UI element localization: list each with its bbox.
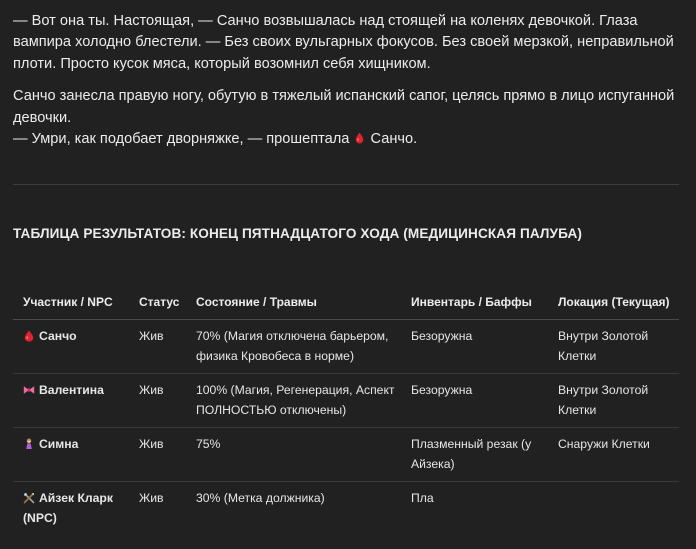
- table-row: Санчо Жив 70% (Магия отключена барьером,…: [13, 319, 679, 374]
- inventory-cell: Плазменный резак (у Айзека): [401, 427, 548, 482]
- participant-cell: Симна: [13, 427, 129, 482]
- inventory-cell: Безоружна: [401, 373, 548, 428]
- header-inventory: Инвентарь / Баффы: [401, 285, 548, 320]
- ribbon-bow-icon: [23, 386, 35, 394]
- participant-cell: Валентина: [13, 373, 129, 428]
- header-location: Локация (Текущая): [548, 285, 679, 320]
- crossed-tools-icon: [23, 492, 35, 504]
- inventory-cell: Пла: [411, 491, 434, 505]
- condition-cell: 75%: [186, 427, 401, 482]
- condition-cell: 30% (Метка должника): [196, 491, 325, 505]
- inventory-cell: Безоружна: [401, 319, 548, 374]
- condition-cell: 100% (Магия, Регенерация, Аспект ПОЛНОСТ…: [186, 373, 401, 428]
- section-divider: [13, 184, 679, 185]
- story-paragraph-2: Санчо занесла правую ногу, обутую в тяже…: [13, 86, 681, 150]
- status-cell: Жив: [129, 373, 186, 428]
- participant-cell: Айзек Кларк (NPC): [13, 482, 129, 536]
- status-cell: Жив: [129, 427, 186, 482]
- status-cell: Жив: [129, 319, 186, 374]
- results-table-title: ТАБЛИЦА РЕЗУЛЬТАТОВ: КОНЕЦ ПЯТНАДЦАТОГО …: [13, 226, 582, 241]
- table-header-row: Участник / NPC Статус Состояние / Травмы…: [13, 285, 679, 320]
- participant-cell: Санчо: [13, 319, 129, 374]
- participant-name: Айзек Кларк (NPC): [23, 491, 113, 525]
- header-condition: Состояние / Травмы: [186, 285, 401, 320]
- participant-name: Санчо: [39, 329, 77, 343]
- story-paragraph-2-line-2-start: — Умри, как подобает дворняжке, — прошеп…: [13, 131, 350, 148]
- story-paragraph-2-line-2-end: Санчо.: [370, 131, 418, 148]
- status-cell: Жив: [139, 491, 164, 505]
- story-paragraph-2-line-1: Санчо занесла правую ногу, обутую в тяже…: [13, 88, 675, 126]
- results-table: Участник / NPC Статус Состояние / Травмы…: [13, 285, 679, 535]
- participant-name: Валентина: [39, 383, 104, 397]
- location-cell: Снаружи Клетки: [548, 427, 679, 482]
- header-participant: Участник / NPC: [13, 285, 129, 320]
- blood-drop-icon: [24, 330, 34, 342]
- story-paragraph-1: — Вот она ты. Настоящая, — Санчо возвыша…: [13, 13, 674, 72]
- table-row: Симна Жив 75% Плазменный резак (у Айзека…: [13, 427, 679, 482]
- girl-figure-icon: [26, 438, 32, 449]
- participant-name: Симна: [39, 437, 79, 451]
- table-row: Айзек Кларк (NPC) Жив 30% (Метка должник…: [13, 482, 679, 536]
- location-cell: [548, 482, 679, 536]
- table-row: Валентина Жив 100% (Магия, Регенерация, …: [13, 373, 679, 428]
- header-status: Статус: [129, 285, 186, 320]
- blood-drop-icon: [356, 132, 364, 144]
- message-body: — Вот она ты. Настоящая, — Санчо возвыша…: [13, 11, 681, 150]
- location-cell: Внутри Золотой Клетки: [548, 373, 679, 428]
- condition-cell: 70% (Магия отключена барьером, физика Кр…: [186, 319, 401, 374]
- location-cell: Внутри Золотой Клетки: [548, 319, 679, 374]
